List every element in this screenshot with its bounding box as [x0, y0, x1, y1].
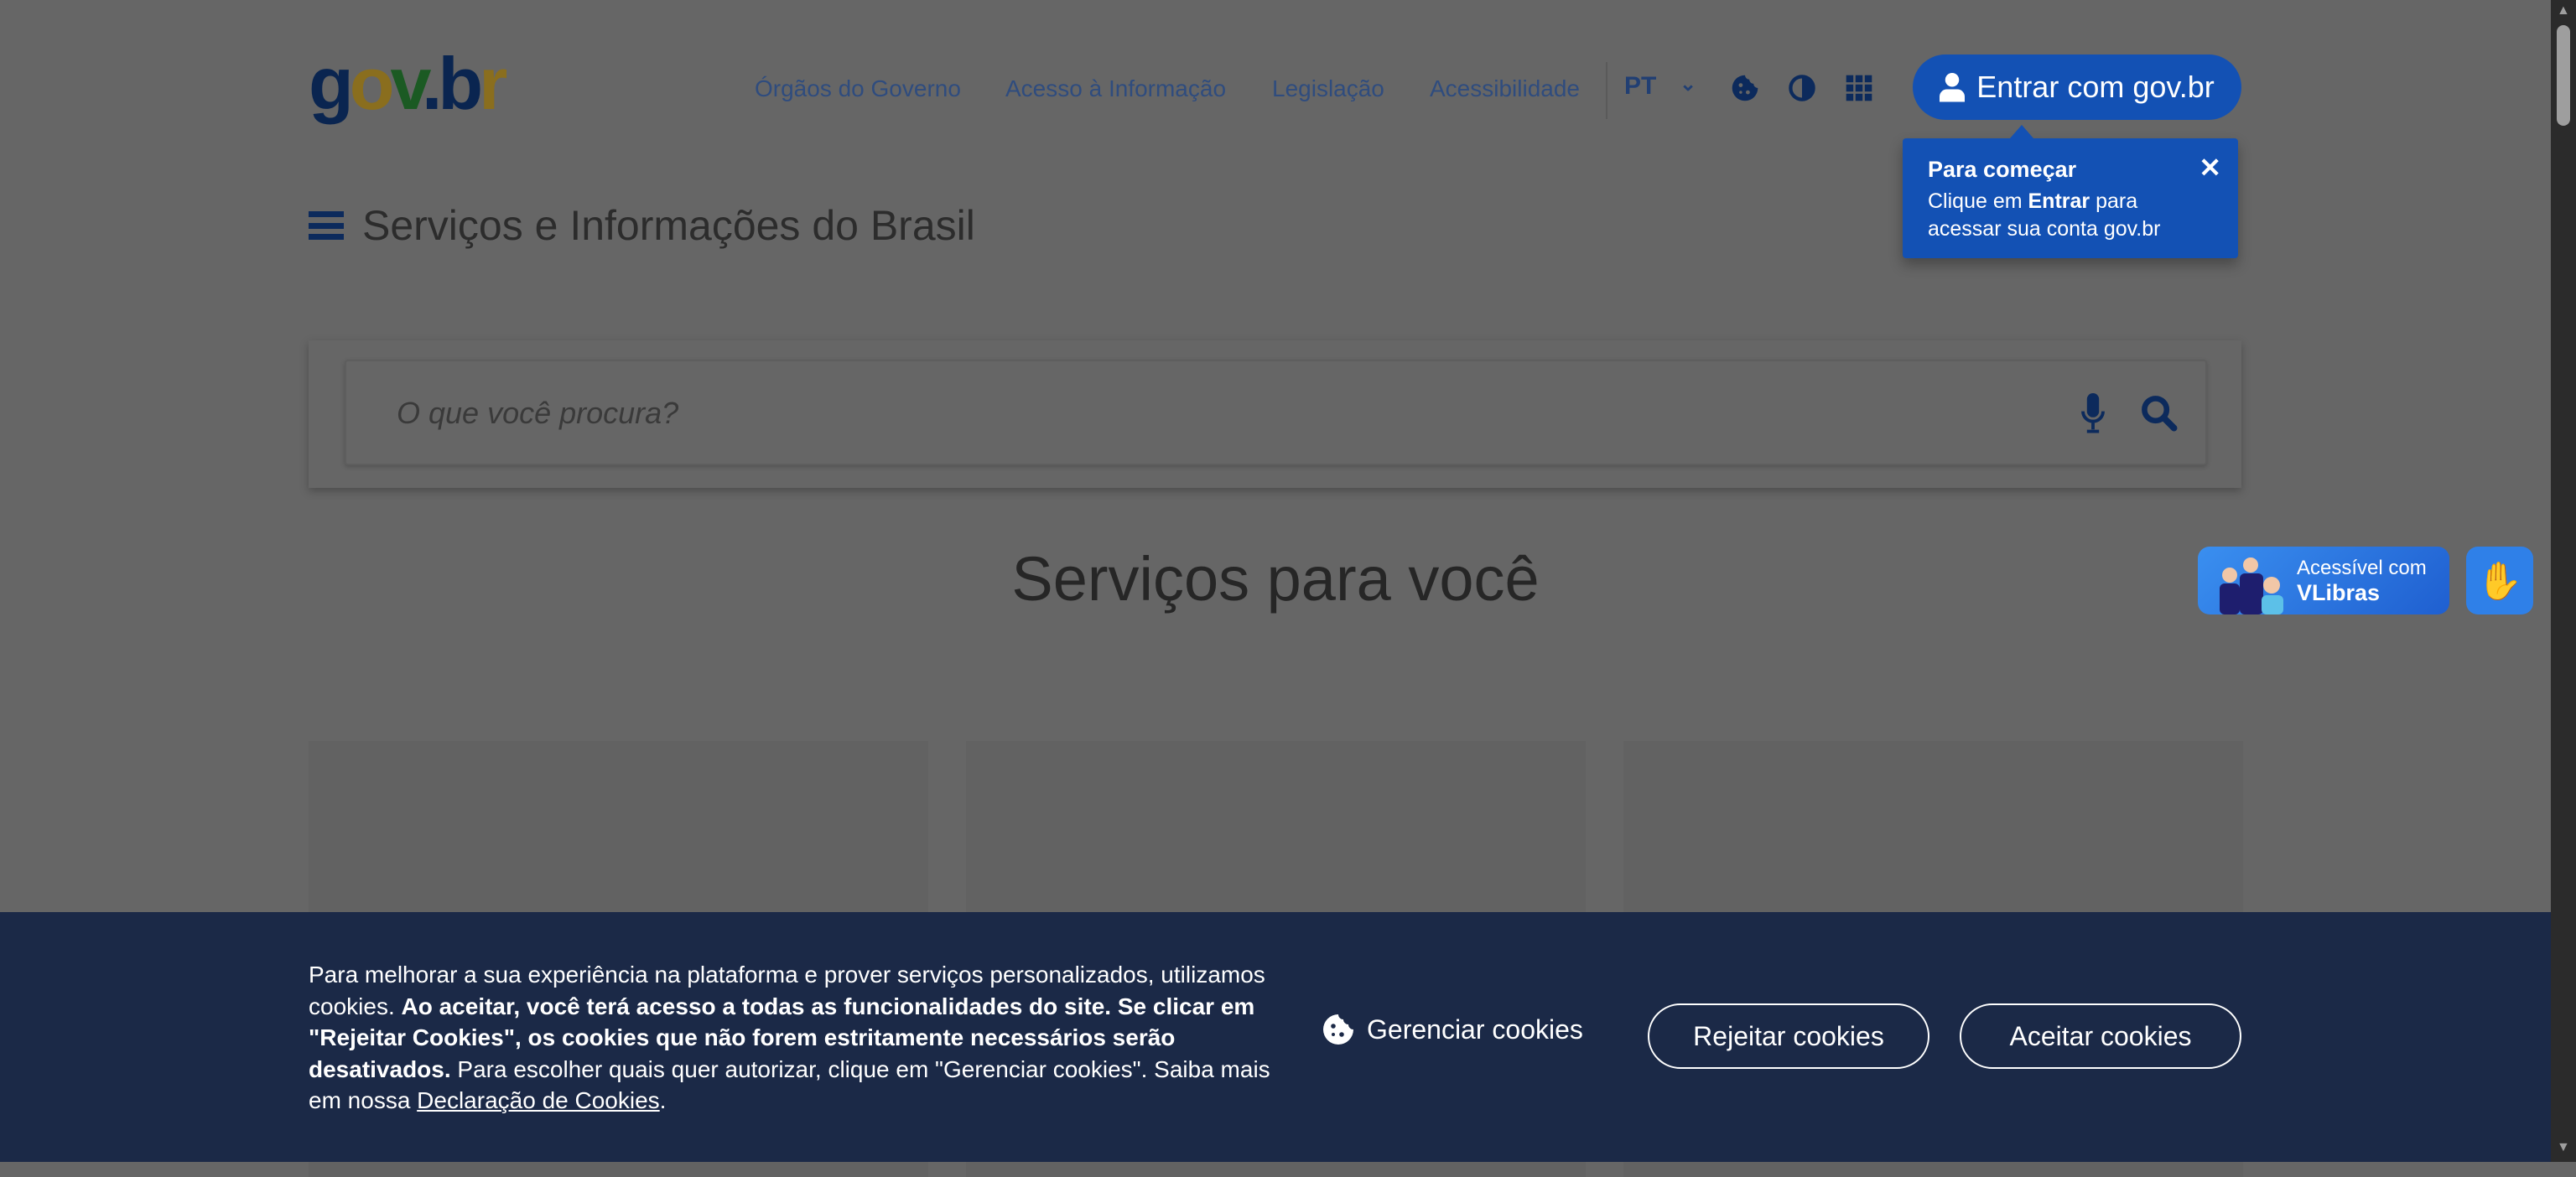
- accept-cookies-button[interactable]: Aceitar cookies: [1960, 1003, 2241, 1069]
- cookie-declaration-link[interactable]: Declaração de Cookies: [417, 1087, 660, 1113]
- cookie-text-4: .: [659, 1087, 667, 1113]
- search-icon[interactable]: [2141, 395, 2178, 432]
- sign-language-hands-icon[interactable]: ✋: [2466, 547, 2533, 614]
- tooltip-text-bold: Entrar: [2028, 189, 2090, 213]
- services-menu[interactable]: Serviços e Informações do Brasil: [309, 201, 975, 250]
- login-label: Entrar com gov.br: [1976, 70, 2215, 104]
- chevron-down-icon[interactable]: ⌄: [1680, 72, 1696, 96]
- scrollbar-thumb[interactable]: [2557, 25, 2570, 126]
- apps-grid-icon[interactable]: [1845, 74, 1873, 102]
- menu-title: Serviços e Informações do Brasil: [362, 202, 975, 249]
- divider: [1606, 62, 1607, 119]
- reject-cookies-button[interactable]: Rejeitar cookies: [1648, 1003, 1929, 1069]
- nav-legislacao[interactable]: Legislação: [1272, 75, 1384, 102]
- manage-cookies-button[interactable]: Gerenciar cookies: [1322, 1013, 1583, 1046]
- manage-cookies-label: Gerenciar cookies: [1367, 1014, 1583, 1045]
- govbr-logo[interactable]: gov.br: [309, 47, 507, 121]
- search-box: [345, 360, 2207, 465]
- contrast-icon[interactable]: [1788, 74, 1816, 102]
- vlibras-avatars-icon: [2220, 557, 2283, 614]
- scroll-up-icon[interactable]: ▲: [2557, 3, 2570, 18]
- vlibras-line2: VLibras: [2297, 580, 2381, 605]
- language-select[interactable]: PT: [1624, 72, 1656, 101]
- cookie-icon: [1323, 1014, 1353, 1045]
- scroll-down-icon[interactable]: ▼: [2557, 1140, 2570, 1155]
- tooltip-text: Clique em Entrar para acessar sua conta …: [1928, 188, 2213, 243]
- search-input[interactable]: [397, 386, 1990, 440]
- close-icon[interactable]: ✕: [2199, 152, 2221, 184]
- hamburger-menu-icon[interactable]: [309, 211, 344, 240]
- tooltip-text-pre: Clique em: [1928, 189, 2028, 213]
- tooltip-title: Para começar: [1928, 157, 2077, 182]
- user-icon: [1940, 73, 1966, 102]
- nav-acessibilidade[interactable]: Acessibilidade: [1430, 75, 1580, 102]
- cookie-icon[interactable]: [1731, 74, 1759, 102]
- services-heading: Serviços para você: [1011, 544, 1540, 614]
- scrollbar[interactable]: ▲ ▼: [2551, 0, 2576, 1162]
- login-tooltip: Para começar Clique em Entrar para acess…: [1903, 125, 2238, 258]
- cookie-message: Para melhorar a sua experiência na plata…: [309, 959, 1273, 1117]
- microphone-icon[interactable]: [2080, 393, 2106, 433]
- nav-acesso-informacao[interactable]: Acesso à Informação: [1005, 75, 1226, 102]
- vlibras-line1: Acessível com: [2297, 557, 2427, 579]
- nav-orgaos[interactable]: Órgãos do Governo: [755, 75, 961, 102]
- login-button[interactable]: Entrar com gov.br: [1913, 54, 2241, 120]
- cookie-banner: Para melhorar a sua experiência na plata…: [0, 912, 2551, 1162]
- vlibras-badge[interactable]: Acessível com VLibras: [2198, 547, 2449, 614]
